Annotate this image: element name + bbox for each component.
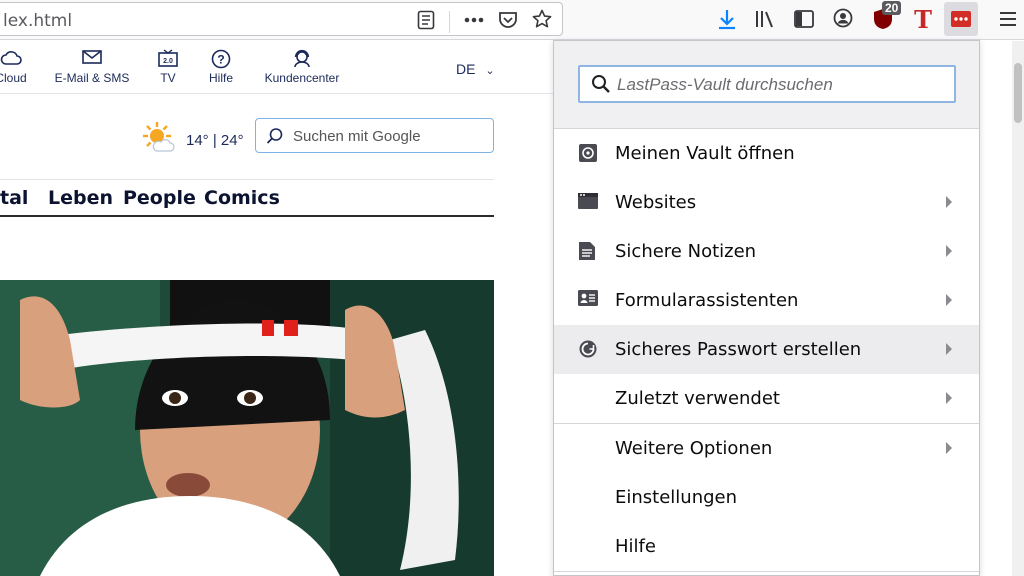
menu-item-secure-notes[interactable]: Sichere Notizen — [554, 227, 979, 276]
menu-item-recently-used-label: Zuletzt verwendet — [615, 388, 780, 409]
service-help[interactable]: ? Hilfe — [204, 49, 238, 85]
account-icon[interactable] — [832, 7, 854, 29]
url-text[interactable]: lex.html — [3, 11, 72, 31]
library-icon[interactable] — [754, 8, 776, 30]
menu-item-form-fill[interactable]: Formularassistenten — [554, 276, 979, 325]
websites-icon — [578, 192, 598, 212]
language-label: DE — [456, 61, 476, 77]
chevron-right-icon — [946, 442, 952, 454]
menu-item-more-options[interactable]: Weitere Optionen — [554, 424, 979, 473]
hamburger-menu-icon[interactable] — [997, 9, 1019, 29]
ublock-icon[interactable]: 20 — [870, 1, 902, 31]
menu-item-websites[interactable]: Websites — [554, 178, 979, 227]
svg-text:?: ? — [217, 53, 224, 67]
lastpass-popup: LastPass-Vault durchsuchen Meinen Vault … — [553, 40, 980, 576]
star-icon[interactable] — [531, 8, 553, 30]
menu-item-help[interactable]: Hilfe — [554, 522, 979, 571]
menu-item-open-vault-label: Meinen Vault öffnen — [615, 143, 795, 164]
search-icon — [266, 127, 284, 150]
nav-item-leben[interactable]: Leben — [48, 187, 113, 209]
service-tv[interactable]: 2.0 TV — [153, 49, 183, 85]
menu-item-secure-notes-label: Sichere Notizen — [615, 241, 757, 262]
menu-item-settings[interactable]: Einstellungen — [554, 473, 979, 522]
mail-icon — [52, 49, 132, 69]
page-scrollbar[interactable] — [1012, 41, 1024, 576]
help-icon: ? — [204, 49, 238, 69]
nav-item-comics[interactable]: Comics — [204, 187, 280, 209]
menu-item-recently-used[interactable]: Zuletzt verwendet — [554, 374, 979, 423]
menu-item-generate-password-label: Sicheres Passwort erstellen — [615, 339, 862, 360]
chevron-right-icon — [946, 294, 952, 306]
pocket-icon[interactable] — [497, 9, 519, 31]
tv-icon: 2.0 — [153, 49, 183, 69]
weather-widget[interactable]: 14° | 24° — [142, 121, 244, 159]
service-customer-center-label: Kundencenter — [264, 71, 340, 85]
service-cloud-label: Cloud — [0, 71, 27, 85]
form-fill-icon — [578, 290, 598, 310]
menu-item-more-options-label: Weitere Optionen — [615, 438, 773, 459]
menu-item-generate-password[interactable]: Sicheres Passwort erstellen — [554, 325, 979, 374]
menu-item-websites-label: Websites — [615, 192, 697, 213]
header-divider — [0, 93, 553, 94]
google-search-placeholder: Suchen mit Google — [293, 128, 421, 145]
chevron-down-icon: ⌄ — [485, 65, 495, 77]
language-selector[interactable]: DE ⌄ — [456, 61, 495, 77]
password-generator-icon — [578, 339, 598, 359]
sun-cloud-icon — [142, 121, 176, 159]
vault-search-placeholder: LastPass-Vault durchsuchen — [617, 75, 833, 94]
nav-item-people[interactable]: People — [123, 187, 196, 209]
menu-item-settings-label: Einstellungen — [615, 487, 738, 508]
reader-view-icon[interactable] — [415, 9, 437, 31]
nav-item-tal[interactable]: tal — [0, 187, 28, 209]
chevron-right-icon — [946, 392, 952, 404]
service-tv-label: TV — [160, 71, 176, 85]
menu-separator-bottom — [554, 571, 979, 572]
ublock-badge: 20 — [882, 1, 902, 15]
service-cloud[interactable]: Cloud — [0, 49, 36, 85]
url-bar[interactable]: lex.html — [0, 2, 563, 36]
search-icon — [591, 74, 611, 99]
menu-item-form-fill-label: Formularassistenten — [615, 290, 799, 311]
more-icon[interactable] — [463, 9, 485, 31]
notes-icon — [578, 241, 598, 261]
menu-item-help-label: Hilfe — [615, 536, 656, 557]
chevron-right-icon — [946, 245, 952, 257]
service-email[interactable]: E-Mail & SMS — [52, 49, 132, 85]
browser-toolbar: lex.html 20 T — [0, 0, 1024, 40]
nav-bottom-divider — [0, 215, 494, 217]
lastpass-icon[interactable] — [944, 2, 978, 36]
customer-center-icon — [262, 49, 342, 69]
vault-search-input[interactable]: LastPass-Vault durchsuchen — [578, 65, 956, 103]
article-photo[interactable] — [0, 280, 494, 576]
sidebar-icon[interactable] — [793, 8, 815, 30]
svg-text:2.0: 2.0 — [163, 58, 173, 65]
chevron-right-icon — [946, 343, 952, 355]
vault-icon — [578, 143, 598, 163]
download-icon[interactable] — [716, 8, 738, 30]
url-bar-separator — [449, 11, 450, 33]
chevron-right-icon — [946, 196, 952, 208]
t-extension-icon[interactable]: T — [911, 5, 935, 34]
weather-temps: 14° | 24° — [186, 131, 244, 149]
google-search-input[interactable]: Suchen mit Google — [255, 118, 494, 153]
service-email-label: E-Mail & SMS — [54, 71, 130, 85]
cloud-icon — [0, 49, 36, 69]
lastpass-search-header: LastPass-Vault durchsuchen — [554, 41, 979, 129]
service-customer-center[interactable]: Kundencenter — [262, 49, 342, 85]
menu-item-open-vault[interactable]: Meinen Vault öffnen — [554, 129, 979, 178]
service-help-label: Hilfe — [208, 71, 233, 85]
nav-top-divider — [0, 179, 494, 180]
scrollbar-thumb[interactable] — [1014, 63, 1022, 123]
